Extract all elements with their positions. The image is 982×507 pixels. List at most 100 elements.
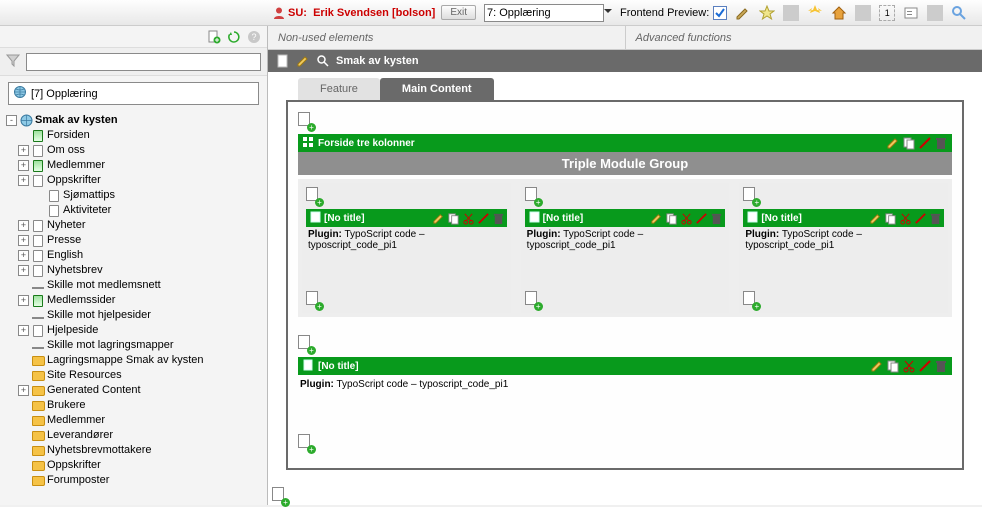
tree-item[interactable]: Skille mot hjelpesider	[6, 308, 263, 323]
tree-item[interactable]: -Smak av kysten	[6, 113, 263, 128]
cut-icon[interactable]	[462, 212, 475, 225]
content-panel: + Forside tre kolonner Triple Module Gro…	[286, 100, 964, 470]
tree-item[interactable]: +Om oss	[6, 143, 263, 158]
tree-toggle-icon[interactable]: +	[18, 265, 29, 276]
home-icon[interactable]	[831, 5, 847, 21]
add-content-icon[interactable]: +	[743, 291, 759, 309]
delete-icon[interactable]	[492, 212, 505, 225]
new-page-icon[interactable]	[207, 30, 221, 44]
edit-icon[interactable]	[886, 136, 900, 150]
unlink-icon[interactable]	[477, 212, 490, 225]
delete-icon[interactable]	[710, 212, 723, 225]
tree-toggle-icon[interactable]: +	[18, 220, 29, 231]
triple-columns: +[No title]Plugin: TypoScript code – typ…	[298, 179, 952, 317]
edit-icon[interactable]	[650, 212, 663, 225]
edit-icon[interactable]	[432, 212, 445, 225]
add-content-icon[interactable]: +	[743, 187, 759, 205]
add-content-icon[interactable]: +	[306, 187, 322, 205]
search-icon[interactable]	[951, 5, 967, 21]
edit-icon[interactable]	[735, 5, 751, 21]
filter-input[interactable]	[26, 53, 261, 71]
tree-toggle-icon[interactable]: +	[18, 385, 29, 396]
tree-item[interactable]: Oppskrifter	[6, 458, 263, 473]
edit-icon[interactable]	[870, 359, 884, 373]
tree-item[interactable]: Nyhetsbrevmottakere	[6, 443, 263, 458]
tree-item[interactable]: +Nyhetsbrev	[6, 263, 263, 278]
copy-icon[interactable]	[902, 136, 916, 150]
cache-page-icon[interactable]: 1	[879, 5, 895, 21]
tree-item[interactable]: Medlemmer	[6, 413, 263, 428]
tree-item[interactable]: Aktiviteter	[6, 203, 263, 218]
delete-icon[interactable]	[929, 212, 942, 225]
tree-item-label: Forsiden	[47, 128, 90, 143]
add-content-icon[interactable]: +	[306, 291, 322, 309]
tree-toggle-icon[interactable]: +	[18, 325, 29, 336]
help-icon[interactable]: ?	[247, 30, 261, 44]
cut-icon[interactable]	[902, 359, 916, 373]
page-icon[interactable]	[276, 54, 290, 68]
add-content-icon[interactable]: +	[525, 291, 541, 309]
copy-icon[interactable]	[886, 359, 900, 373]
add-content-icon[interactable]: +	[298, 112, 314, 130]
shortcut-icon[interactable]	[903, 5, 919, 21]
frontend-preview-checkbox[interactable]	[713, 6, 727, 20]
tree-item[interactable]: Skille mot medlemsnett	[6, 278, 263, 293]
tab-non-used-elements[interactable]: Non-used elements	[268, 26, 626, 49]
unlink-icon[interactable]	[914, 212, 927, 225]
edit-page-icon[interactable]	[296, 54, 310, 68]
view-page-icon[interactable]	[316, 54, 330, 68]
tree-item[interactable]: +Presse	[6, 233, 263, 248]
copy-icon[interactable]	[884, 212, 897, 225]
tree-item[interactable]: +Nyheter	[6, 218, 263, 233]
tree-toggle-icon[interactable]: +	[18, 235, 29, 246]
tree-item[interactable]: +Hjelpeside	[6, 323, 263, 338]
add-content-icon[interactable]: +	[298, 335, 314, 353]
unlink-icon[interactable]	[918, 359, 932, 373]
tree-item[interactable]: Brukere	[6, 398, 263, 413]
copy-icon[interactable]	[447, 212, 460, 225]
clear-cache-icon[interactable]	[807, 5, 823, 21]
root-selector[interactable]: [7] Opplæring	[8, 82, 259, 105]
tree-item[interactable]: +English	[6, 248, 263, 263]
tree-item[interactable]: Leverandører	[6, 428, 263, 443]
tab-feature[interactable]: Feature	[298, 78, 380, 100]
delete-icon[interactable]	[934, 136, 948, 150]
refresh-icon[interactable]	[227, 30, 241, 44]
tab-main-content[interactable]: Main Content	[380, 78, 494, 100]
unlink-icon[interactable]	[695, 212, 708, 225]
exit-button[interactable]: Exit	[441, 5, 476, 20]
add-content-icon[interactable]: +	[298, 434, 314, 452]
tree-item[interactable]: Forumposter	[6, 473, 263, 488]
copy-icon[interactable]	[665, 212, 678, 225]
tree-item[interactable]: +Oppskrifter	[6, 173, 263, 188]
site-selector[interactable]	[484, 4, 604, 22]
chevron-down-icon[interactable]	[602, 5, 614, 20]
tree-item[interactable]: Site Resources	[6, 368, 263, 383]
tree-item[interactable]: +Generated Content	[6, 383, 263, 398]
tab-advanced-functions[interactable]: Advanced functions	[626, 26, 982, 49]
filter-icon[interactable]	[6, 53, 20, 70]
folder-icon	[31, 400, 45, 412]
tree-item[interactable]: Lagringsmappe Smak av kysten	[6, 353, 263, 368]
section-title: Forside tre kolonner	[318, 138, 415, 149]
tree-item[interactable]: +Medlemmer	[6, 158, 263, 173]
add-content-icon[interactable]: +	[525, 187, 541, 205]
star-icon[interactable]	[759, 5, 775, 21]
add-content-icon[interactable]: +	[272, 487, 288, 505]
cut-icon[interactable]	[899, 212, 912, 225]
delete-icon[interactable]	[934, 359, 948, 373]
tree-toggle-icon[interactable]: +	[18, 250, 29, 261]
tree-toggle-icon	[18, 460, 29, 471]
tree-item[interactable]: Sjømattips	[6, 188, 263, 203]
tree-item[interactable]: +Medlemssider	[6, 293, 263, 308]
tree-item[interactable]: Skille mot lagringsmapper	[6, 338, 263, 353]
tree-toggle-icon[interactable]: +	[18, 145, 29, 156]
tree-item[interactable]: Forsiden	[6, 128, 263, 143]
tree-toggle-icon[interactable]: +	[18, 295, 29, 306]
unlink-icon[interactable]	[918, 136, 932, 150]
tree-toggle-icon[interactable]: +	[18, 160, 29, 171]
tree-toggle-icon[interactable]: +	[18, 175, 29, 186]
cut-icon[interactable]	[680, 212, 693, 225]
tree-toggle-icon[interactable]: -	[6, 115, 17, 126]
edit-icon[interactable]	[869, 212, 882, 225]
